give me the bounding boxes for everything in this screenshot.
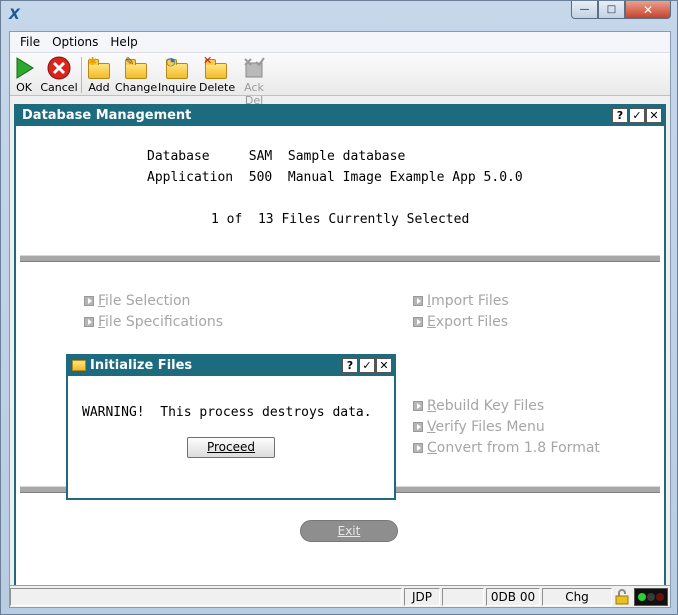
- panel-title: Database Management: [22, 108, 192, 123]
- panel-help-button[interactable]: ?: [612, 108, 628, 123]
- bullet-arrow-icon: [413, 296, 423, 306]
- delete-label: Delete: [199, 81, 236, 94]
- database-line: Database SAM Sample database: [147, 149, 406, 164]
- lock-icon: [615, 589, 629, 605]
- dialog-title: Initialize Files: [90, 358, 193, 373]
- dialog-title-buttons: ? ✓ ✕: [342, 358, 392, 373]
- folder-inquire-icon: ◔: [158, 55, 196, 81]
- ack-del-button[interactable]: Ack Del: [236, 55, 272, 107]
- panel-title-buttons: ? ✓ ✕: [612, 108, 662, 123]
- folder-edit-icon: ✎: [115, 55, 157, 81]
- ok-label: OK: [16, 81, 32, 94]
- bullet-arrow-icon: [84, 317, 94, 327]
- warning-message: WARNING! This process destroys data.: [82, 405, 372, 420]
- maximize-button[interactable]: □: [598, 1, 625, 19]
- selection-count: 1 of 13 Files Currently Selected: [211, 212, 470, 227]
- menu-bar: File Options Help: [10, 32, 670, 52]
- cancel-label: Cancel: [40, 81, 78, 94]
- toolbar: OK Cancel ✱ Add ✎ Change ◔ Inquire ✕ Del…: [10, 52, 670, 107]
- export-files-option[interactable]: Export Files: [413, 314, 508, 330]
- play-icon: [12, 55, 36, 81]
- status-user: JDP: [404, 588, 440, 606]
- cancel-button[interactable]: Cancel: [40, 55, 78, 94]
- bullet-arrow-icon: [413, 401, 423, 411]
- bullet-arrow-icon: [413, 317, 423, 327]
- delete-button[interactable]: ✕ Delete: [199, 54, 236, 94]
- exit-button[interactable]: Exit: [300, 520, 398, 542]
- app-icon: X: [9, 7, 20, 23]
- bullet-arrow-icon: [413, 422, 423, 432]
- dialog-close-button[interactable]: ✕: [376, 358, 392, 373]
- menu-options[interactable]: Options: [46, 35, 104, 49]
- file-selection-option[interactable]: File Selection: [84, 293, 190, 309]
- toolbar-separator: [81, 57, 82, 93]
- dialog-titlebar[interactable]: Initialize Files ? ✓ ✕: [68, 356, 394, 376]
- status-mode: Chg: [542, 588, 612, 606]
- client-area: File Options Help OK Cancel ✱ Add ✎ Chan…: [9, 31, 671, 608]
- bullet-arrow-icon: [84, 296, 94, 306]
- change-button[interactable]: ✎ Change: [115, 55, 157, 94]
- add-button[interactable]: ✱ Add: [86, 55, 112, 94]
- menu-help[interactable]: Help: [104, 35, 143, 49]
- window-titlebar[interactable]: X — □ ✕: [1, 1, 677, 31]
- bullet-arrow-icon: [413, 443, 423, 453]
- close-window-button[interactable]: ✕: [625, 1, 671, 19]
- status-bar: JDP 0DB 00 Chg: [10, 585, 670, 607]
- application-line: Application 500 Manual Image Example App…: [147, 170, 523, 185]
- status-blank: [442, 588, 484, 606]
- minimize-button[interactable]: —: [571, 1, 598, 19]
- proceed-button[interactable]: Proceed: [187, 437, 275, 458]
- import-files-option[interactable]: Import Files: [413, 293, 509, 309]
- inquire-label: Inquire: [158, 81, 197, 94]
- dialog-help-button[interactable]: ?: [342, 358, 358, 373]
- panel-ok-button[interactable]: ✓: [629, 108, 645, 123]
- ack-delete-icon: [236, 55, 272, 81]
- database-management-panel: Database Management ? ✓ ✕ Database SAM S…: [14, 104, 666, 604]
- folder-delete-icon: ✕: [199, 54, 233, 81]
- file-specifications-option[interactable]: File Specifications: [84, 314, 223, 330]
- initialize-files-dialog: Initialize Files ? ✓ ✕ WARNING! This pro…: [66, 354, 396, 500]
- menu-file[interactable]: File: [14, 35, 46, 49]
- separator-top: [20, 255, 660, 262]
- panel-close-button[interactable]: ✕: [646, 108, 662, 123]
- panel-titlebar: Database Management ? ✓ ✕: [16, 106, 664, 126]
- convert-format-option[interactable]: Convert from 1.8 Format: [413, 440, 600, 456]
- status-code: 0DB 00: [486, 588, 540, 606]
- status-lights-icon: [634, 588, 668, 606]
- dialog-ok-button[interactable]: ✓: [359, 358, 375, 373]
- window-controls: — □ ✕: [571, 1, 671, 21]
- ok-button[interactable]: OK: [12, 55, 36, 94]
- inquire-button[interactable]: ◔ Inquire: [158, 55, 196, 94]
- add-label: Add: [88, 81, 110, 94]
- folder-open-icon: [72, 360, 86, 371]
- status-message-panel: [10, 588, 402, 606]
- verify-files-menu-option[interactable]: Verify Files Menu: [413, 419, 545, 435]
- app-window: X — □ ✕ File Options Help OK Cancel ✱ Ad…: [0, 0, 678, 615]
- change-label: Change: [115, 81, 158, 94]
- cancel-icon: [40, 55, 78, 81]
- folder-add-icon: ✱: [86, 55, 112, 81]
- rebuild-key-files-option[interactable]: Rebuild Key Files: [413, 398, 544, 414]
